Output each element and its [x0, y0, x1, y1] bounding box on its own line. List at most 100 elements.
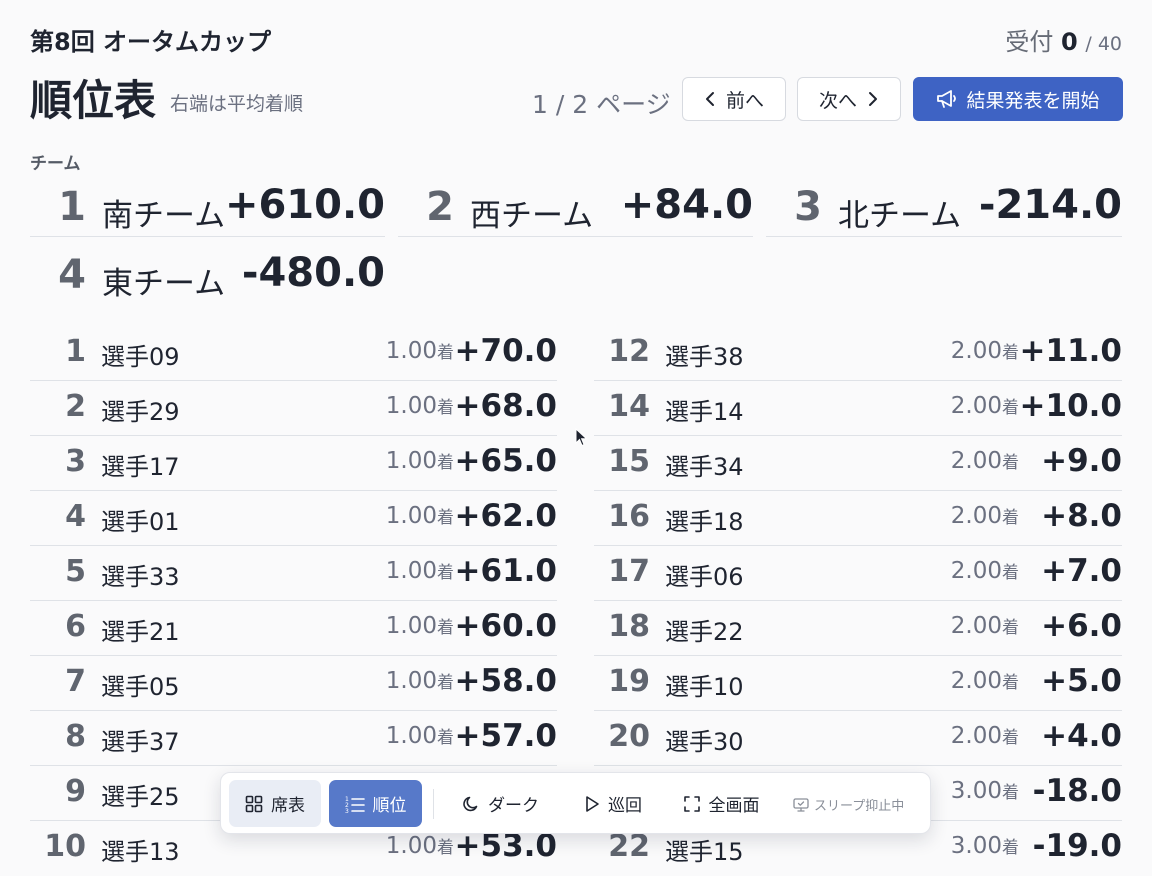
monitor-check-icon [793, 797, 809, 812]
player-rank: 14 [608, 389, 650, 424]
tour-button[interactable]: 巡回 [573, 780, 653, 827]
player-avg-place: 1.00着 [386, 668, 454, 694]
avg-value: 2.00 [950, 393, 1002, 419]
team-row: 1 南チーム +610.0 [30, 182, 385, 237]
ranking-view-label: 順位 [372, 796, 407, 816]
ranking-view-button[interactable]: 123 順位 [329, 780, 422, 827]
start-announcement-label: 結果発表を開始 [966, 89, 1100, 112]
next-page-label: 次へ [818, 89, 857, 112]
avg-value: 1.00 [385, 668, 437, 694]
sleep-prevention-status: スリープ抑止中 [793, 795, 904, 814]
player-rank: 10 [44, 829, 86, 864]
player-score: -18.0 [1032, 773, 1122, 809]
avg-value: 2.00 [950, 723, 1002, 749]
grid-icon [245, 795, 263, 812]
player-row: 7 選手05 1.00着 +58.0 [30, 656, 557, 711]
player-rank: 19 [608, 664, 650, 699]
player-rank: 2 [65, 389, 86, 424]
fullscreen-label: 全画面 [708, 796, 760, 816]
player-score: +57.0 [454, 718, 557, 754]
player-avg-place: 1.00着 [386, 448, 454, 474]
player-score: +61.0 [454, 553, 557, 589]
player-name: 選手01 [101, 508, 180, 536]
team-score: +84.0 [620, 182, 753, 228]
avg-value: 1.00 [385, 448, 437, 474]
player-score: +9.0 [1041, 443, 1122, 479]
player-score: +10.0 [1019, 388, 1122, 424]
seat-view-button[interactable]: 席表 [229, 780, 321, 827]
player-score: +5.0 [1041, 663, 1122, 699]
player-avg-place: 2.00着 [951, 338, 1019, 364]
player-avg-place: 2.00着 [951, 558, 1019, 584]
avg-value: 2.00 [950, 338, 1002, 364]
player-name: 選手15 [665, 838, 744, 866]
player-rank: 8 [65, 719, 86, 754]
team-row: 3 北チーム -214.0 [766, 182, 1122, 237]
player-avg-place: 1.00着 [386, 393, 454, 419]
reception-counter: 受付 0 / 40 [1005, 22, 1122, 57]
player-name: 選手30 [665, 728, 744, 756]
player-rank: 18 [608, 609, 650, 644]
prev-page-button[interactable]: 前へ [682, 77, 786, 121]
player-row: 3 選手17 1.00着 +65.0 [30, 436, 557, 491]
player-avg-place: 2.00着 [951, 393, 1019, 419]
player-score: -19.0 [1032, 828, 1122, 864]
player-name: 選手05 [101, 673, 180, 701]
player-avg-place: 1.00着 [386, 558, 454, 584]
bottom-toolbar: 席表 123 順位 ダーク 巡回 全画面 スリープ抑止中 [220, 772, 931, 834]
avg-unit: 着 [437, 728, 454, 748]
player-score: +68.0 [454, 388, 557, 424]
megaphone-icon [937, 90, 957, 108]
player-rank: 1 [65, 334, 86, 369]
avg-unit: 着 [1002, 343, 1019, 363]
dark-mode-label: ダーク [488, 796, 539, 816]
moon-icon [463, 796, 478, 811]
team-rank: 3 [794, 184, 822, 230]
avg-value: 2.00 [950, 558, 1002, 584]
player-rank: 22 [608, 829, 650, 864]
player-score: +58.0 [454, 663, 557, 699]
player-name: 選手37 [101, 728, 180, 756]
player-score: +6.0 [1041, 608, 1122, 644]
avg-value: 1.00 [385, 503, 437, 529]
avg-value: 1.00 [385, 613, 437, 639]
avg-value: 1.00 [385, 338, 437, 364]
team-row: 4 東チーム -480.0 [30, 250, 385, 304]
player-avg-place: 2.00着 [951, 613, 1019, 639]
mouse-cursor-icon [575, 428, 588, 447]
start-announcement-button[interactable]: 結果発表を開始 [913, 77, 1123, 121]
page-subtitle: 右端は平均着順 [170, 93, 304, 115]
team-rank: 1 [58, 184, 86, 230]
dark-mode-button[interactable]: ダーク [453, 780, 548, 827]
avg-unit: 着 [1002, 673, 1019, 693]
player-rank: 15 [608, 444, 650, 479]
player-name: 選手29 [101, 398, 180, 426]
player-score: +4.0 [1041, 718, 1122, 754]
player-rank: 12 [608, 334, 650, 369]
player-row: 2 選手29 1.00着 +68.0 [30, 381, 557, 436]
avg-unit: 着 [437, 563, 454, 583]
avg-value: 1.00 [385, 833, 437, 859]
player-score: +11.0 [1019, 333, 1122, 369]
player-rank: 16 [608, 499, 650, 534]
avg-unit: 着 [1002, 508, 1019, 528]
player-name: 選手21 [101, 618, 180, 646]
avg-unit: 着 [437, 673, 454, 693]
page-indicator: 1 / 2 ページ [532, 90, 671, 119]
player-name: 選手34 [665, 453, 744, 481]
avg-value: 2.00 [950, 613, 1002, 639]
player-rank: 4 [65, 499, 86, 534]
player-rank: 20 [608, 719, 650, 754]
player-row: 14 選手14 2.00着 +10.0 [594, 381, 1122, 436]
avg-unit: 着 [437, 343, 454, 363]
player-name: 選手09 [101, 343, 180, 371]
avg-unit: 着 [437, 508, 454, 528]
fullscreen-icon [683, 795, 700, 812]
play-icon [586, 795, 599, 812]
chevron-right-icon [869, 92, 877, 106]
fullscreen-button[interactable]: 全画面 [675, 780, 767, 827]
team-score: -214.0 [978, 182, 1122, 228]
player-score: +62.0 [454, 498, 557, 534]
next-page-button[interactable]: 次へ [797, 77, 901, 121]
player-name: 選手14 [665, 398, 744, 426]
